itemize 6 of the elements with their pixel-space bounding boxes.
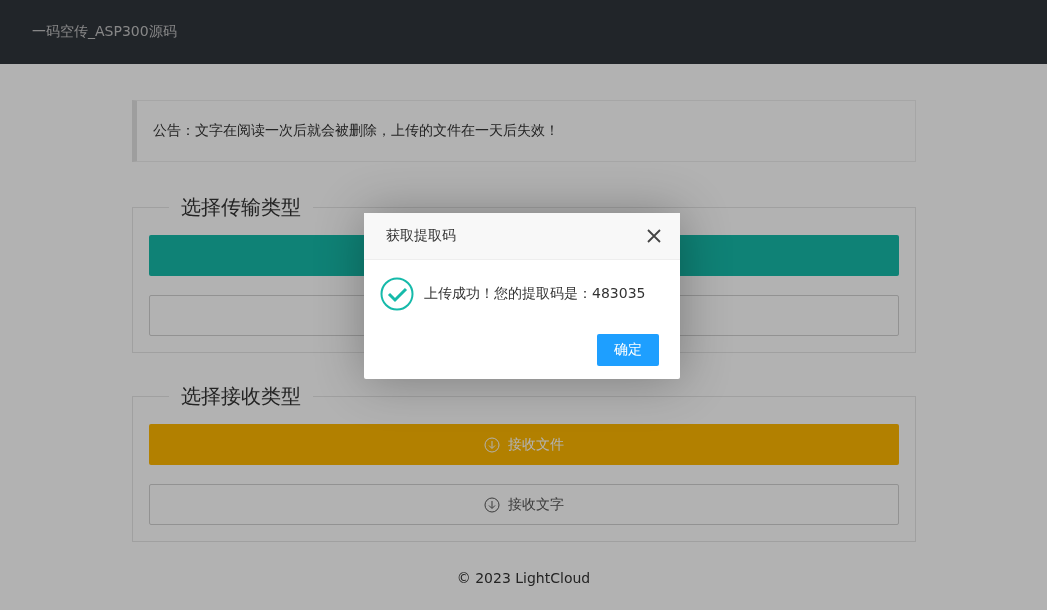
section-legend: 选择接收类型 <box>168 383 313 410</box>
notice-text: 公告：文字在阅读一次后就会被删除，上传的文件在一天后失效！ <box>152 122 559 140</box>
dialog-message: 上传成功！您的提取码是：483035 <box>424 285 646 303</box>
dialog-title: 获取提取码 <box>386 227 456 245</box>
footer-copyright: © 2023 LightCloud <box>456 570 591 586</box>
section-legend: 选择传输类型 <box>168 194 313 221</box>
